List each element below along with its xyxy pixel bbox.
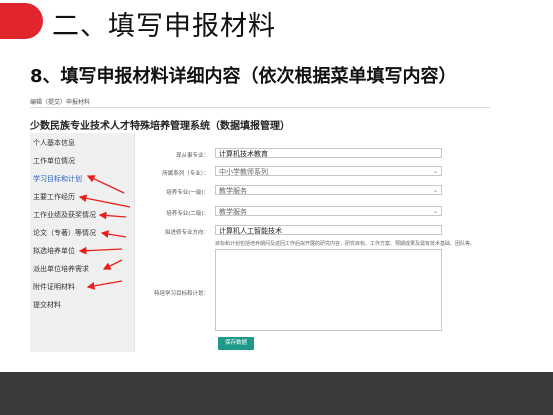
field2-label: 所属系列（专业）： bbox=[162, 171, 209, 177]
plan-label: 特培学习目标和计划： bbox=[153, 291, 209, 297]
major-level1-value: 教学服务 bbox=[219, 187, 247, 195]
field3-label: 培养专业(一级)： bbox=[166, 190, 209, 196]
study-plan-textarea[interactable] bbox=[215, 249, 442, 331]
field5-label: 拟进修专业方向： bbox=[164, 230, 209, 236]
major-level2-value: 教学服务 bbox=[219, 208, 247, 216]
arrow-achievements-icon bbox=[98, 211, 127, 220]
arrow-dispatch-needs-icon bbox=[102, 259, 123, 270]
major-level2-select[interactable]: 教学服务 ⌄ bbox=[215, 206, 442, 216]
major-level1-select[interactable]: 教学服务 ⌄ bbox=[215, 185, 442, 195]
arrow-training-unit-icon bbox=[78, 246, 123, 255]
arrow-study-plan-icon bbox=[86, 175, 125, 194]
slide-footer-band bbox=[0, 372, 553, 415]
chevron-down-icon: ⌄ bbox=[432, 208, 438, 215]
series-select[interactable]: 中小学教师系列 ⌄ bbox=[215, 166, 442, 176]
series-select-value: 中小学教师系列 bbox=[219, 168, 268, 176]
plan-hint: 目标和计划包括培养期间及返回工作后拟开展的研究内容、研究目标、工作方案、预期成果… bbox=[215, 241, 476, 247]
chevron-down-icon: ⌄ bbox=[432, 187, 438, 194]
arrow-attachments-icon bbox=[86, 280, 123, 290]
field4-label: 培养专业(二级)： bbox=[166, 211, 209, 217]
arrow-work-experience-icon bbox=[78, 194, 131, 208]
save-button[interactable]: 保存数据 bbox=[218, 337, 254, 350]
study-direction-input[interactable]: 计算机人工智能技术 bbox=[215, 225, 442, 235]
current-profession-input[interactable]: 计算机技术教育 bbox=[215, 148, 442, 158]
chevron-down-icon: ⌄ bbox=[432, 168, 438, 175]
arrow-papers-icon bbox=[100, 230, 127, 238]
field1-label: 现从事专业： bbox=[175, 153, 209, 159]
